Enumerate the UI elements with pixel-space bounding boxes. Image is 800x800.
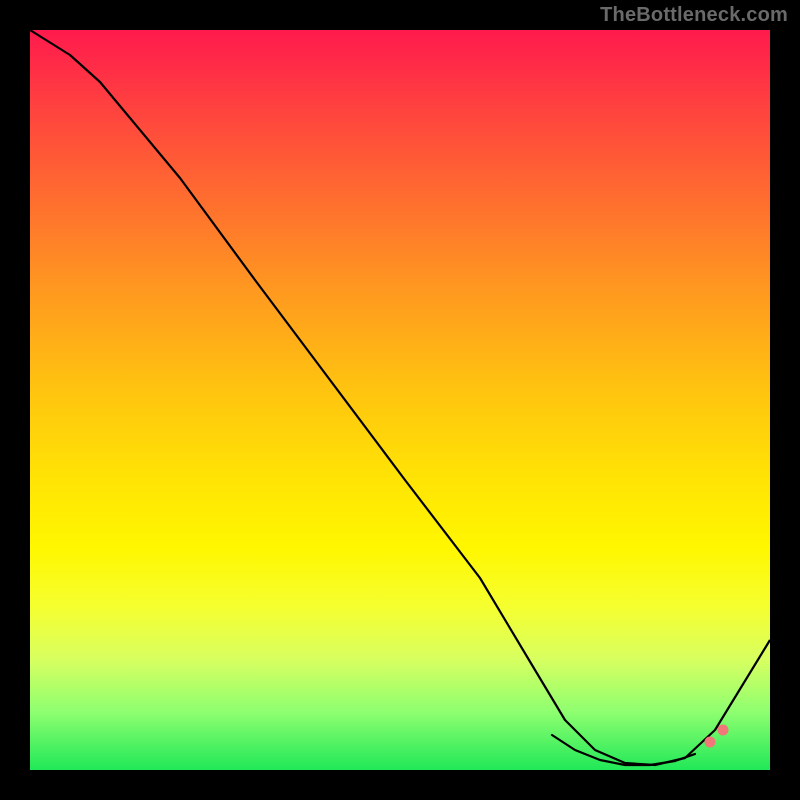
highlight-dot (705, 737, 715, 747)
curve-path (30, 30, 770, 765)
plot-area (30, 30, 770, 770)
attribution-label: TheBottleneck.com (600, 4, 788, 27)
bottleneck-curve (30, 30, 770, 770)
chart-frame: TheBottleneck.com (0, 0, 800, 800)
highlight-segment (552, 735, 695, 765)
highlight-dot (718, 725, 728, 735)
